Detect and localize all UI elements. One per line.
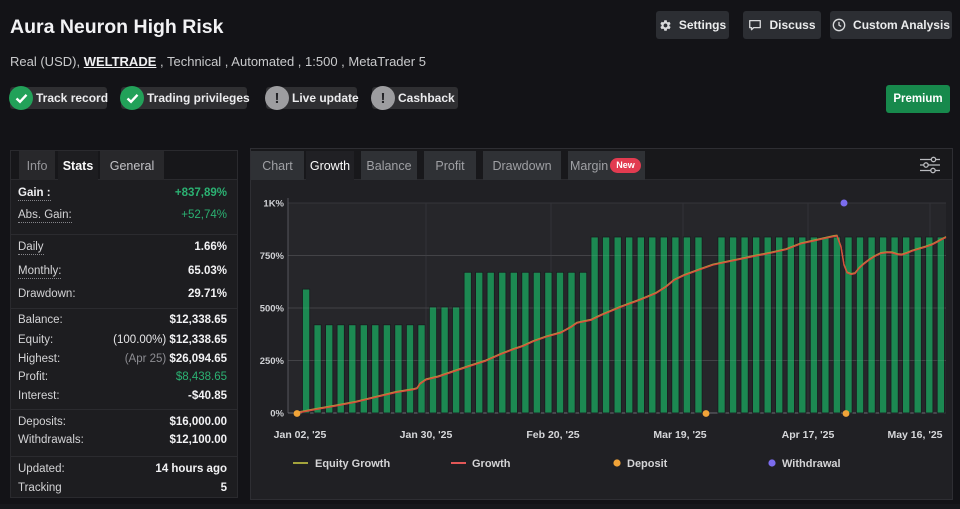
svg-text:750%: 750% [260, 251, 285, 262]
svg-text:0%: 0% [270, 409, 284, 420]
svg-text:500%: 500% [260, 304, 285, 315]
svg-text:Apr 17, '25: Apr 17, '25 [782, 429, 835, 441]
svg-text:Feb 20, '25: Feb 20, '25 [526, 429, 579, 441]
svg-text:Jan 02, '25: Jan 02, '25 [274, 429, 327, 441]
svg-text:Mar 19, '25: Mar 19, '25 [653, 429, 706, 441]
svg-text:Jan 30, '25: Jan 30, '25 [400, 429, 453, 441]
svg-text:Equity Growth: Equity Growth [315, 458, 390, 470]
svg-text:Growth: Growth [472, 458, 511, 470]
svg-text:250%: 250% [260, 356, 285, 367]
svg-text:Deposit: Deposit [627, 458, 668, 470]
svg-text:May 16, '25: May 16, '25 [887, 429, 942, 441]
svg-text:1K%: 1K% [263, 199, 284, 210]
svg-text:Withdrawal: Withdrawal [782, 458, 841, 470]
